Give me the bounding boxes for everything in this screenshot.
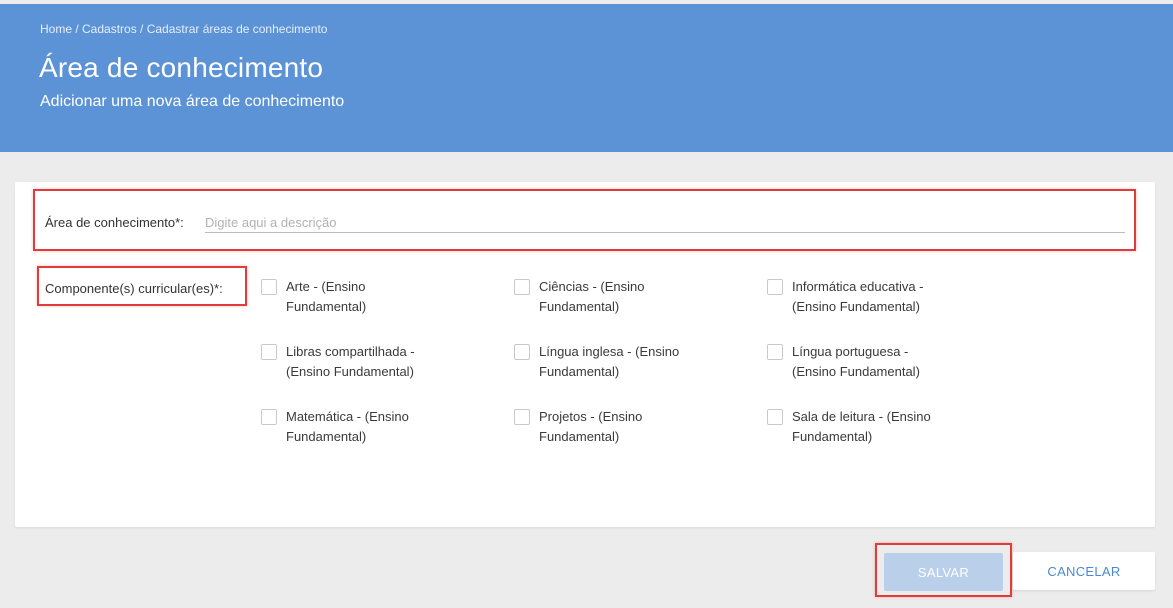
components-label: Componente(s) curricular(es)*: — [45, 281, 223, 296]
component-checkbox[interactable] — [767, 409, 783, 425]
component-label[interactable]: Ciências - (Ensino Fundamental) — [539, 277, 669, 317]
component-label[interactable]: Língua inglesa - (Ensino Fundamental) — [539, 342, 704, 382]
component-option[interactable]: Matemática - (Ensino Fundamental) — [261, 409, 461, 447]
component-checkbox[interactable] — [767, 279, 783, 295]
component-label[interactable]: Sala de leitura - (Ensino Fundamental) — [792, 407, 957, 447]
component-option[interactable]: Língua inglesa - (Ensino Fundamental) — [514, 344, 714, 382]
component-checkbox[interactable] — [767, 344, 783, 360]
component-checkbox[interactable] — [261, 279, 277, 295]
component-label[interactable]: Matemática - (Ensino Fundamental) — [286, 407, 436, 447]
component-label[interactable]: Informática educativa - (Ensino Fundamen… — [792, 277, 952, 317]
component-label[interactable]: Arte - (Ensino Fundamental) — [286, 277, 396, 317]
component-checkbox[interactable] — [261, 344, 277, 360]
component-checkbox[interactable] — [514, 279, 530, 295]
component-option[interactable]: Libras compartilhada - (Ensino Fundament… — [261, 344, 461, 382]
cancel-button[interactable]: CANCELAR — [1013, 552, 1155, 590]
component-option[interactable]: Ciências - (Ensino Fundamental) — [514, 279, 714, 317]
area-description-input[interactable] — [205, 213, 1125, 233]
component-option[interactable]: Língua portuguesa - (Ensino Fundamental) — [767, 344, 967, 382]
component-label[interactable]: Libras compartilhada - (Ensino Fundament… — [286, 342, 446, 382]
component-checkbox[interactable] — [261, 409, 277, 425]
page: Home / Cadastros / Cadastrar áreas de co… — [0, 0, 1173, 608]
breadcrumb[interactable]: Home / Cadastros / Cadastrar áreas de co… — [40, 22, 327, 36]
area-field-row: Área de conhecimento*: — [45, 213, 1125, 233]
component-label[interactable]: Língua portuguesa - (Ensino Fundamental) — [792, 342, 937, 382]
component-option[interactable]: Sala de leitura - (Ensino Fundamental) — [767, 409, 967, 447]
component-option[interactable]: Projetos - (Ensino Fundamental) — [514, 409, 714, 447]
component-option[interactable]: Informática educativa - (Ensino Fundamen… — [767, 279, 967, 317]
page-title: Área de conhecimento — [39, 52, 324, 83]
component-checkbox[interactable] — [514, 344, 530, 360]
component-label[interactable]: Projetos - (Ensino Fundamental) — [539, 407, 669, 447]
area-field-label: Área de conhecimento*: — [45, 215, 184, 230]
component-option[interactable]: Arte - (Ensino Fundamental) — [261, 279, 461, 317]
save-button[interactable]: SALVAR — [884, 553, 1003, 591]
component-checkbox[interactable] — [514, 409, 530, 425]
page-subtitle: Adicionar uma nova área de conhecimento — [40, 93, 345, 110]
page-header: Home / Cadastros / Cadastrar áreas de co… — [0, 4, 1173, 152]
